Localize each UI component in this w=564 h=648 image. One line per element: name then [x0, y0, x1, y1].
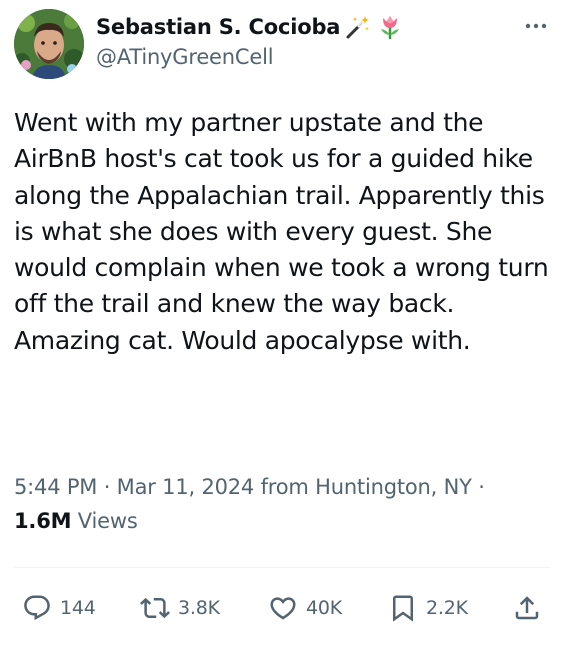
meta-separator: ·	[478, 475, 485, 499]
repost-count: 3.8K	[178, 597, 220, 619]
more-options-button[interactable]	[522, 14, 550, 38]
user-handle[interactable]: @ATinyGreenCell	[96, 45, 404, 69]
tweet-location: from Huntington, NY	[260, 475, 472, 499]
reply-button[interactable]: 144	[22, 588, 96, 628]
more-icon	[525, 23, 547, 29]
divider	[14, 567, 550, 568]
share-icon	[515, 596, 539, 620]
avatar[interactable]	[14, 9, 84, 79]
meta-separator: ·	[103, 475, 111, 499]
tweet-meta: 5:44 PM · Mar 11, 2024 from Huntington, …	[14, 470, 534, 538]
share-button[interactable]	[512, 588, 542, 628]
bookmark-count: 2.2K	[426, 597, 468, 619]
repost-icon	[140, 597, 170, 619]
name-row: Sebastian S. Cocioba	[96, 12, 404, 42]
action-bar: 144 3.8K 40K 2.2K	[0, 588, 564, 628]
tweet-time[interactable]: 5:44 PM	[14, 475, 97, 499]
like-button[interactable]: 40K	[268, 588, 342, 628]
views-label: Views	[77, 509, 138, 533]
like-count: 40K	[306, 597, 343, 619]
reply-count: 144	[60, 597, 96, 619]
tweet-header: Sebastian S. Cocioba @ATinyGreenCell	[96, 12, 404, 69]
bookmark-icon	[393, 595, 413, 622]
magic-wand-icon	[344, 13, 372, 41]
bookmark-button[interactable]: 2.2K	[388, 588, 468, 628]
reply-icon	[24, 595, 50, 621]
tweet-date[interactable]: Mar 11, 2024	[117, 475, 255, 499]
heart-icon	[270, 597, 296, 620]
views-count: 1.6M	[14, 509, 72, 533]
repost-button[interactable]: 3.8K	[140, 588, 220, 628]
display-name[interactable]: Sebastian S. Cocioba	[96, 15, 340, 39]
tulip-icon	[376, 13, 404, 41]
tweet-text: Went with my partner upstate and the Air…	[14, 108, 549, 355]
